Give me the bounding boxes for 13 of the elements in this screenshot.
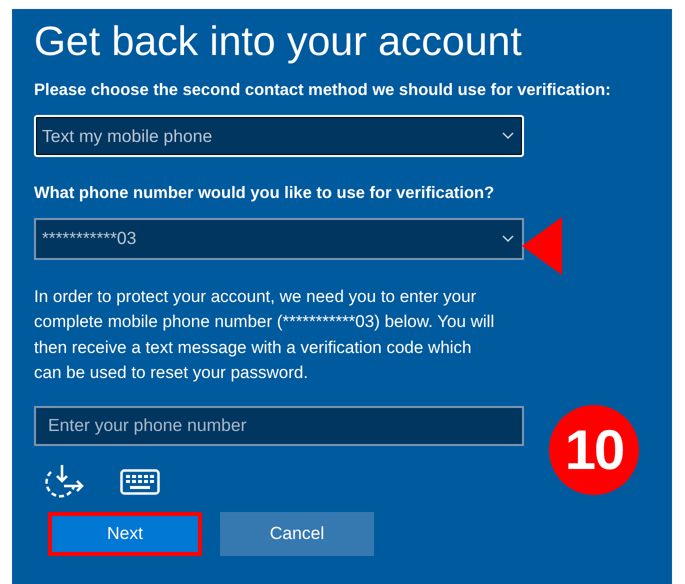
button[interactable]: Cancel <box>220 512 374 556</box>
page-title: Get back into your account <box>34 19 523 64</box>
keyboard-icon[interactable] <box>120 468 160 495</box>
chevron-icon <box>502 234 514 243</box>
chevron-icon <box>502 132 514 140</box>
instructions-text: In order to protect your account, we need you to enter your complete mobile phone number (***********03) below. You will then receive a text message with a verification code which can be used to reset your password. <box>34 286 496 384</box>
button[interactable]: Next <box>48 512 202 556</box>
field-label: Please choose the second contact method we should use for verification: <box>34 80 612 102</box>
field-label: What phone number would you like to use for verification? <box>34 182 496 204</box>
pointer-arrow <box>522 217 564 275</box>
dropdown[interactable]: Text my mobile phone <box>34 114 524 157</box>
dropdown[interactable]: ***********03 <box>34 218 524 260</box>
phone-input[interactable]: Enter your phone number <box>34 406 524 446</box>
